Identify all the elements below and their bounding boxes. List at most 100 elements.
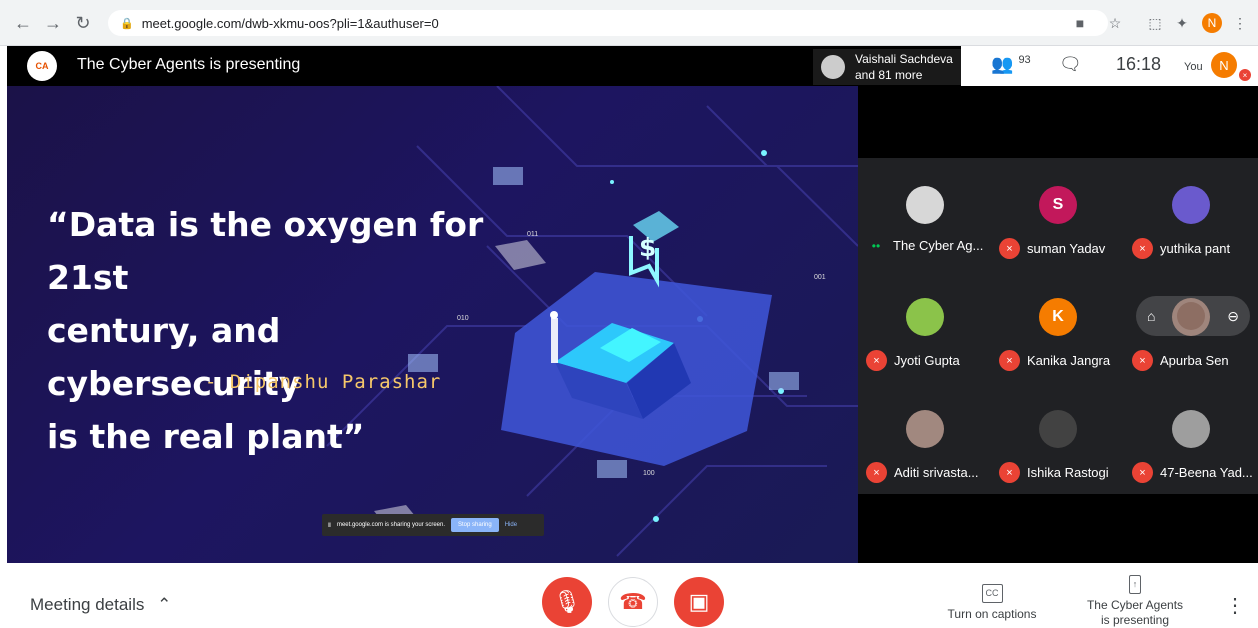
presenting-title: The Cyber Agents is presenting <box>77 56 301 73</box>
more-options-button[interactable]: ⋮ <box>1225 593 1245 618</box>
participant-tile[interactable]: × Ishika Rastogi <box>991 382 1124 494</box>
lock-icon: 🔒 <box>120 17 134 30</box>
participant-tile[interactable]: × Jyoti Gupta <box>858 270 991 382</box>
participant-label: × Aditi srivasta... <box>866 462 979 483</box>
participant-tile[interactable]: •• The Cyber Ag... <box>858 158 991 270</box>
tile-footer-gap <box>858 494 1258 563</box>
participant-grid: •• The Cyber Ag... S × suman Yadav × yuthika p… <box>858 158 1258 494</box>
clock: 16:18 <box>1116 54 1162 74</box>
reload-button[interactable]: ↻ <box>68 8 98 38</box>
mic-off-icon: × <box>866 350 887 371</box>
quote-author: - Dipanshu Parashar <box>205 371 442 393</box>
more-vert-icon: ⋮ <box>1225 595 1245 617</box>
people-button[interactable]: 👥 93 <box>991 54 1031 75</box>
camera-icon[interactable]: ■ <box>1070 13 1090 33</box>
camera-toggle-button[interactable]: ▣ <box>674 577 724 627</box>
mic-off-icon: 🎙 <box>553 589 581 614</box>
mic-off-icon: × <box>1132 238 1153 259</box>
avatar <box>1177 302 1206 330</box>
participant-label: × suman Yadav <box>999 238 1105 259</box>
url-text[interactable]: meet.google.com/dwb-xkmu-oos?pli=1&authu… <box>142 16 439 31</box>
participant-count: 93 <box>1018 54 1031 66</box>
participant-avatar: S <box>1039 186 1077 224</box>
speaking-indicator-icon: •• <box>871 238 881 253</box>
browser-menu-icon[interactable]: ⋮ <box>1230 13 1250 33</box>
hang-up-button[interactable]: ☎ <box>608 577 658 627</box>
camera-off-icon: ▣ <box>688 589 710 614</box>
tile-header-gap <box>858 86 1258 158</box>
hex-label: 001 <box>814 274 826 281</box>
participant-name: 47-Beena Yad... <box>1160 465 1253 480</box>
mic-off-icon: × <box>1132 350 1153 371</box>
hex-label: 011 <box>527 231 539 238</box>
participant-label: × Kanika Jangra <box>999 350 1110 371</box>
participant-name: Aditi srivasta... <box>894 465 979 480</box>
screen-share-banner: Ⅱ meet.google.com is sharing your screen… <box>322 514 544 536</box>
arrow-right-icon: → <box>44 12 62 33</box>
captions-label: Turn on captions <box>947 607 1037 621</box>
mic-off-icon: × <box>1132 462 1153 483</box>
tile-hover-controls[interactable]: ⌂ ⊖ <box>1136 296 1250 336</box>
participant-avatar <box>906 186 944 224</box>
participant-tile[interactable]: S × suman Yadav <box>991 158 1124 270</box>
participant-label: × Ishika Rastogi <box>999 462 1109 483</box>
participant-avatar <box>1172 410 1210 448</box>
meeting-top-right: 👥 93 🗨 16:18 You N × <box>961 46 1258 86</box>
profile-avatar[interactable]: N <box>1202 13 1222 33</box>
star-icon[interactable]: ☆ <box>1105 13 1125 33</box>
quote-line-1: “Data is the oxygen for 21st <box>47 205 484 297</box>
presenting-line-1: The Cyber Agents <box>1086 598 1184 612</box>
meeting-details-button[interactable]: Meeting details ⌃ <box>30 595 171 615</box>
participant-tile[interactable]: × yuthika pant <box>1124 158 1257 270</box>
bottom-controls: Meeting details ⌃ 🎙 ☎ ▣ CC Turn on capti… <box>0 563 1258 628</box>
participant-tile[interactable]: ⌂ ⊖ × Apurba Sen <box>1124 270 1257 382</box>
mic-off-icon: × <box>1239 69 1251 81</box>
mic-off-icon: × <box>999 350 1020 371</box>
participant-tile[interactable]: × 47-Beena Yad... <box>1124 382 1257 494</box>
quote-text: “Data is the oxygen for 21st century, an… <box>47 198 517 463</box>
puzzle-icon[interactable]: ✦ <box>1172 13 1192 33</box>
phone-icon: ☎ <box>619 589 647 614</box>
mic-toggle-button[interactable]: 🎙 <box>542 577 592 627</box>
remove-icon[interactable]: ⊖ <box>1227 308 1239 325</box>
participant-tile[interactable]: K × Kanika Jangra <box>991 270 1124 382</box>
extension-icon[interactable]: ⬚ <box>1145 13 1165 33</box>
present-icon: ↑ <box>1128 575 1142 594</box>
captions-icon: CC <box>981 584 1003 603</box>
hex-label: 100 <box>643 470 655 477</box>
share-notice: meet.google.com is sharing your screen. <box>336 522 446 528</box>
participant-name: The Cyber Ag... <box>893 238 984 253</box>
pin-icon[interactable]: ⌂ <box>1147 308 1155 324</box>
stop-sharing-button[interactable]: Stop sharing <box>451 518 499 532</box>
participant-label: × Jyoti Gupta <box>866 350 960 371</box>
hide-button[interactable]: Hide <box>505 522 517 528</box>
dollar-icon: $ <box>639 233 656 262</box>
participant-label: •• The Cyber Ag... <box>866 238 984 253</box>
participant-name: suman Yadav <box>1027 241 1106 256</box>
captions-button[interactable]: CC Turn on captions <box>942 584 1042 622</box>
participant-label: × yuthika pant <box>1132 238 1230 259</box>
back-button[interactable]: ← <box>8 8 38 38</box>
participant-tile[interactable]: × Aditi srivasta... <box>858 382 991 494</box>
presenting-button[interactable]: ↑ The Cyber Agents is presenting <box>1075 575 1195 628</box>
mic-off-icon: × <box>999 462 1020 483</box>
mic-off-icon: × <box>999 238 1020 259</box>
participant-label: × Apurba Sen <box>1132 350 1229 371</box>
meeting-details-label: Meeting details <box>30 595 145 614</box>
chat-button[interactable]: 🗨 <box>1059 54 1082 75</box>
participant-name: yuthika pant <box>1160 241 1231 256</box>
forward-button[interactable]: → <box>38 8 68 38</box>
participant-name: Apurba Sen <box>1160 353 1229 368</box>
presenting-line-2: is presenting <box>1100 613 1170 627</box>
presentation-slide: $ “Data is the oxygen for 21st century, … <box>7 86 858 563</box>
address-bar[interactable]: 🔒 meet.google.com/dwb-xkmu-oos?pli=1&aut… <box>108 10 1108 36</box>
participant-label: × 47-Beena Yad... <box>1132 462 1253 483</box>
reload-icon: ↻ <box>75 12 91 33</box>
participant-name: Kanika Jangra <box>1027 353 1111 368</box>
attendee-avatar <box>821 55 845 79</box>
user-avatar[interactable]: N <box>1211 52 1237 78</box>
participant-name: Ishika Rastogi <box>1027 465 1109 480</box>
participant-avatar <box>906 410 944 448</box>
attendees-chip[interactable]: Vaishali Sachdeva and 81 more <box>813 49 963 85</box>
hex-label: 010 <box>457 315 469 322</box>
